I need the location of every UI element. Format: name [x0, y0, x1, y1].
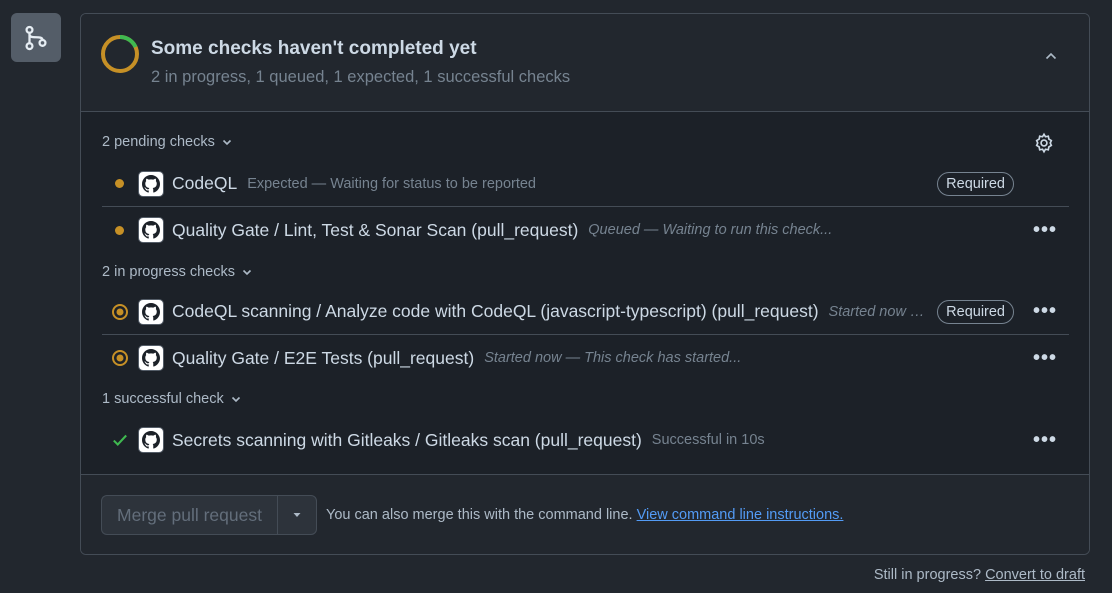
group-label: 1 successful check: [102, 391, 224, 407]
merge-note: You can also merge this with the command…: [326, 507, 843, 523]
more-options-icon[interactable]: •••: [1033, 347, 1057, 370]
convert-to-draft-link[interactable]: Convert to draft: [985, 567, 1085, 583]
checks-list: 2 pending checks CodeQL Expected — Waiti…: [81, 112, 1089, 474]
check-description: Started now — This check has started...: [828, 303, 931, 320]
checks-header: Some checks haven't completed yet 2 in p…: [81, 14, 1089, 112]
group-toggle-in-progress[interactable]: 2 in progress checks: [102, 264, 253, 280]
github-logo-icon: [138, 217, 164, 243]
check-icon: [112, 434, 127, 446]
check-row[interactable]: Quality Gate / E2E Tests (pull_request) …: [102, 335, 1069, 381]
status-dot-icon: [115, 225, 124, 235]
check-description: Successful in 10s: [651, 432, 765, 448]
merge-footer: Merge pull request You can also merge th…: [81, 474, 1089, 554]
check-description: Started now — This check has started...: [484, 350, 742, 366]
progress-ring-icon: [101, 35, 139, 73]
check-name: CodeQL scanning / Analyze code with Code…: [172, 301, 819, 321]
required-badge: Required: [937, 299, 1014, 324]
check-row[interactable]: CodeQL Expected — Waiting for status to …: [102, 161, 1069, 207]
group-toggle-successful[interactable]: 1 successful check: [102, 391, 242, 407]
status-dot-icon: [115, 179, 124, 188]
group-toggle-pending[interactable]: 2 pending checks: [102, 134, 233, 150]
chevron-down-icon: [242, 269, 252, 276]
merge-note-text: You can also merge this with the command…: [326, 507, 633, 523]
required-badge: Required: [937, 171, 1014, 196]
check-name: Quality Gate / E2E Tests (pull_request): [172, 347, 475, 368]
gear-icon[interactable]: [1033, 132, 1055, 159]
group-label: 2 pending checks: [102, 134, 215, 150]
check-name: Quality Gate / Lint, Test & Sonar Scan (…: [172, 219, 579, 240]
check-name: CodeQL: [172, 173, 238, 193]
merge-checks-panel: Some checks haven't completed yet 2 in p…: [80, 13, 1090, 555]
more-options-icon[interactable]: •••: [1033, 219, 1057, 242]
chevron-up-icon[interactable]: [1043, 48, 1059, 69]
check-row[interactable]: Secrets scanning with Gitleaks / Gitleak…: [102, 417, 1069, 463]
more-options-icon[interactable]: •••: [1033, 429, 1057, 452]
in-progress-icon: [111, 303, 128, 320]
check-row[interactable]: CodeQL scanning / Analyze code with Code…: [102, 289, 1069, 335]
github-logo-icon: [138, 427, 164, 453]
draft-note: Still in progress? Convert to draft: [874, 567, 1085, 583]
git-pull-request-icon: [11, 13, 61, 62]
check-description: Queued — Waiting to run this check...: [588, 222, 833, 238]
checks-summary: 2 in progress, 1 queued, 1 expected, 1 s…: [151, 68, 571, 86]
check-description: Expected — Waiting for status to be repo…: [247, 175, 536, 192]
checks-title: Some checks haven't completed yet: [151, 38, 477, 59]
caret-down-icon: [293, 513, 301, 517]
github-logo-icon: [138, 170, 164, 197]
merge-pull-request-button[interactable]: Merge pull request: [101, 495, 277, 535]
draft-note-text: Still in progress?: [873, 567, 982, 583]
in-progress-icon: [111, 350, 128, 366]
merge-method-dropdown[interactable]: [277, 495, 317, 535]
github-logo-icon: [138, 345, 164, 371]
group-label: 2 in progress checks: [102, 264, 235, 280]
command-line-instructions-link[interactable]: View command line instructions.: [637, 507, 844, 523]
check-row[interactable]: Quality Gate / Lint, Test & Sonar Scan (…: [102, 207, 1069, 253]
chevron-down-icon: [231, 396, 240, 403]
github-logo-icon: [138, 298, 164, 325]
check-name: Secrets scanning with Gitleaks / Gitleak…: [172, 429, 642, 450]
chevron-down-icon: [222, 139, 231, 146]
more-options-icon[interactable]: •••: [1033, 300, 1057, 323]
